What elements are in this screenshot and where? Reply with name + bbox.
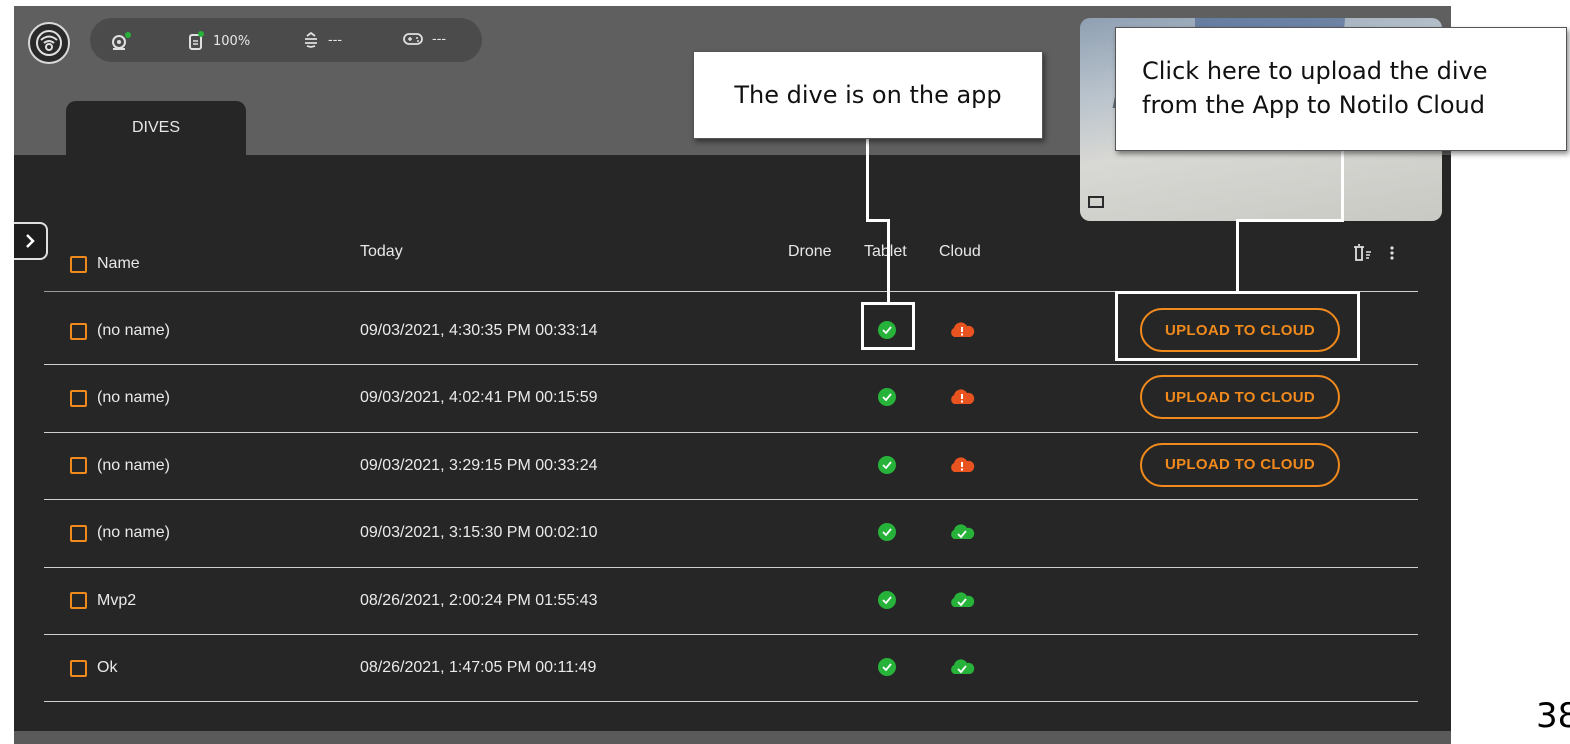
row-checkbox[interactable]	[70, 592, 87, 610]
table-row[interactable]: (no name) 09/03/2021, 3:29:15 PM 00:33:24…	[44, 433, 1418, 501]
select-all-checkbox[interactable]	[70, 255, 87, 273]
row-name-cell: (no name)	[70, 500, 170, 566]
name-header-label: Name	[97, 255, 140, 272]
tablet-check-icon	[878, 590, 896, 609]
tablet-highlight-box	[861, 302, 915, 350]
battery-icon	[189, 31, 204, 50]
tablet-check-icon	[878, 455, 896, 474]
row-datetime: 09/03/2021, 3:15:30 PM 00:02:10	[360, 524, 598, 542]
controller-status: ---	[402, 31, 446, 47]
trash-filter-icon[interactable]	[1352, 244, 1372, 266]
drone-logo-icon[interactable]	[28, 22, 70, 64]
date-column-header: Today	[360, 243, 403, 260]
row-checkbox[interactable]	[70, 322, 87, 340]
tablet-check-icon	[878, 658, 896, 676]
table-row[interactable]: Mvp2 08/26/2021, 2:00:24 PM 01:55:43	[44, 568, 1418, 635]
bottom-bar	[14, 731, 1451, 744]
row-datetime: 08/26/2021, 2:00:24 PM 01:55:43	[360, 591, 598, 609]
tablet-check-icon	[878, 523, 896, 542]
controller-value: ---	[432, 31, 447, 47]
cloud-error-icon	[948, 455, 976, 475]
name-column-header: Name	[70, 255, 140, 273]
link-value: ---	[328, 32, 343, 48]
callout-upload-line2: from the App to Notilo Cloud	[1142, 91, 1485, 119]
row-datetime: 08/26/2021, 1:47:05 PM 00:11:49	[360, 659, 597, 676]
cloud-error-icon	[948, 387, 976, 407]
row-checkbox[interactable]	[70, 524, 87, 542]
tablet-column-header: Tablet	[864, 243, 907, 260]
cloud-ok-icon	[948, 522, 976, 542]
callout-upload-line1: Click here to upload the dive	[1142, 57, 1488, 85]
row-name-cell: Mvp2	[70, 568, 136, 634]
link-status: ---	[302, 31, 342, 49]
cloud-ok-icon	[948, 657, 976, 677]
table-row[interactable]: Ok 08/26/2021, 1:47:05 PM 00:11:49	[44, 635, 1418, 703]
callout-connector	[887, 219, 890, 303]
row-checkbox[interactable]	[70, 457, 87, 475]
status-bar: 100% --- ---	[90, 18, 482, 62]
chevron-right-icon[interactable]	[14, 222, 48, 260]
tablet-check-icon	[878, 388, 896, 407]
cloud-column-header: Cloud	[939, 243, 981, 260]
more-vertical-icon[interactable]	[1389, 244, 1395, 266]
callout-connector	[1236, 219, 1239, 293]
callout-connector	[1236, 219, 1344, 222]
row-name: (no name)	[97, 456, 170, 474]
table-row[interactable]: (no name) 09/03/2021, 4:02:41 PM 00:15:59…	[44, 365, 1418, 433]
drone-column-header: Drone	[788, 243, 832, 260]
row-name-cell: (no name)	[70, 433, 170, 499]
upload-to-cloud-button[interactable]: UPLOAD TO CLOUD	[1140, 442, 1340, 487]
row-name: (no name)	[97, 389, 170, 407]
row-name: (no name)	[97, 322, 170, 339]
upload-to-cloud-button[interactable]: UPLOAD TO CLOUD	[1140, 375, 1340, 420]
row-checkbox[interactable]	[70, 389, 87, 407]
upload-highlight-box	[1115, 291, 1360, 361]
gamepad-icon	[403, 33, 423, 45]
table-row[interactable]: (no name) 09/03/2021, 3:15:30 PM 00:02:10	[44, 500, 1418, 568]
row-datetime: 09/03/2021, 4:02:41 PM 00:15:59	[360, 389, 598, 407]
cloud-ok-icon	[948, 590, 976, 610]
row-datetime: 09/03/2021, 4:30:35 PM 00:33:14	[360, 322, 598, 339]
drone-gps-icon	[110, 31, 132, 51]
row-name-cell: (no name)	[70, 298, 170, 364]
row-name: (no name)	[97, 524, 170, 542]
battery-status: 100%	[187, 31, 250, 51]
callout-connector	[866, 139, 869, 221]
fullscreen-icon[interactable]	[1088, 196, 1104, 208]
battery-level: 100%	[213, 33, 251, 49]
row-checkbox[interactable]	[70, 659, 87, 677]
row-datetime: 09/03/2021, 3:29:15 PM 00:33:24	[360, 456, 598, 474]
page-number: 38	[1536, 696, 1570, 736]
callout-connector	[1341, 150, 1344, 222]
row-name: Mvp2	[97, 591, 137, 609]
callout-upload-instructions: Click here to upload the dive from the A…	[1115, 27, 1567, 151]
row-name-cell: Ok	[70, 635, 117, 701]
callout-dive-on-app: The dive is on the app	[693, 51, 1043, 139]
link-icon	[305, 31, 317, 48]
row-name-cell: (no name)	[70, 365, 170, 431]
cloud-error-icon	[948, 320, 976, 340]
tab-dives[interactable]: DIVES	[66, 101, 246, 155]
row-name: Ok	[97, 659, 118, 676]
